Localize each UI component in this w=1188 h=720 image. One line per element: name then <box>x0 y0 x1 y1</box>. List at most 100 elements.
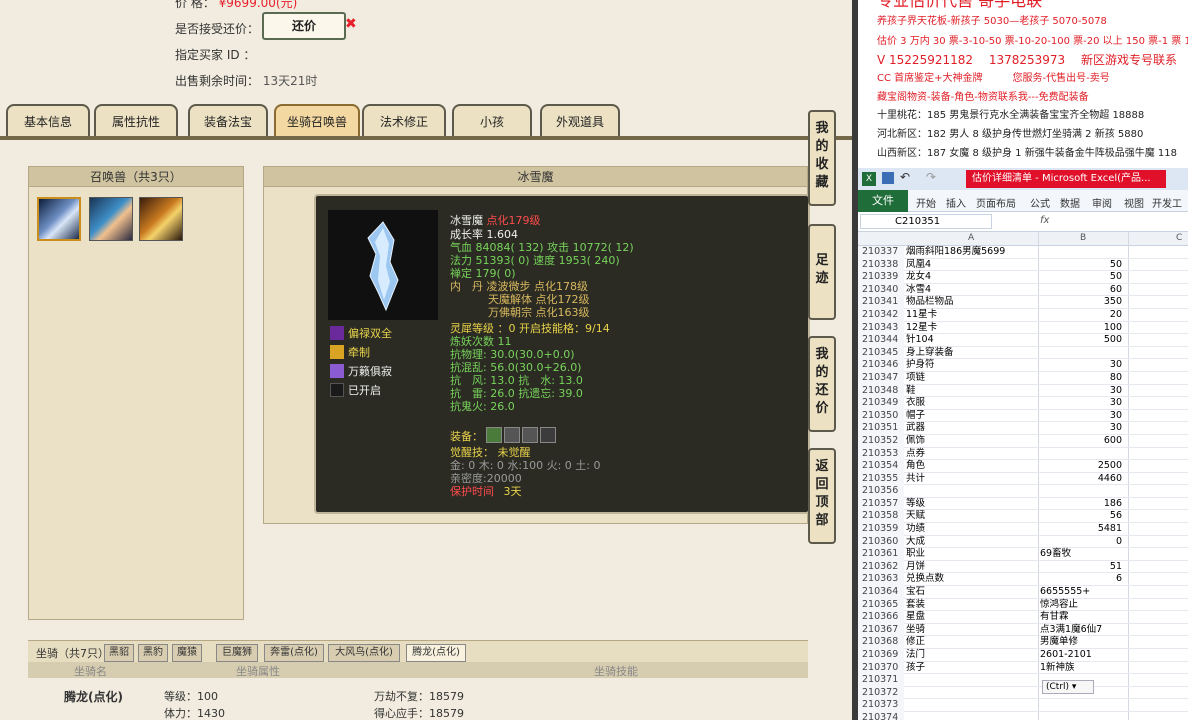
table-row[interactable]: 210353 点券 <box>858 447 1188 461</box>
cell-b[interactable]: 30 <box>1040 359 1122 372</box>
skill-icon-1[interactable] <box>330 326 344 340</box>
row-number[interactable]: 210363 <box>858 573 904 587</box>
cell-b[interactable]: 51 <box>1040 561 1122 574</box>
table-row[interactable]: 210363 兑换点数 6 <box>858 573 1188 587</box>
cell-a[interactable]: 点券 <box>906 448 925 461</box>
row-number[interactable]: 210362 <box>858 560 904 574</box>
cell-a[interactable]: 武器 <box>906 422 925 435</box>
cell-b[interactable]: 56 <box>1040 510 1122 523</box>
cell-b[interactable]: 6655555+ <box>1040 586 1090 599</box>
row-number[interactable]: 210361 <box>858 548 904 561</box>
tab-mount-summon[interactable]: 坐骑召唤兽 <box>274 104 360 138</box>
col-a[interactable]: A <box>968 233 974 243</box>
cell-a[interactable]: 佩饰 <box>906 435 925 448</box>
table-row[interactable]: 210346 护身符 30 <box>858 359 1188 372</box>
row-number[interactable]: 210346 <box>858 359 904 372</box>
row-number[interactable]: 210350 <box>858 409 904 423</box>
row-number[interactable]: 210359 <box>858 523 904 536</box>
cell-b[interactable]: 60 <box>1040 284 1122 297</box>
tab-equipment[interactable]: 装备法宝 <box>188 104 268 138</box>
cell-a[interactable]: 星盘 <box>906 611 925 624</box>
mount-tab[interactable]: 黑豹 <box>138 644 168 662</box>
cell-b[interactable]: 5481 <box>1040 523 1122 536</box>
cell-a[interactable]: 冰雪4 <box>906 284 931 297</box>
cell-a[interactable]: 角色 <box>906 460 925 473</box>
table-row[interactable]: 210368 修正 男魔单修 <box>858 636 1188 649</box>
bargain-button[interactable]: 还价 <box>262 12 346 40</box>
table-row[interactable]: 210344 针104 500 <box>858 334 1188 347</box>
table-row[interactable]: 210356 <box>858 485 1188 498</box>
row-number[interactable]: 210371 <box>858 674 904 687</box>
cell-b[interactable]: 4460 <box>1040 473 1122 486</box>
row-number[interactable]: 210339 <box>858 271 904 284</box>
row-number[interactable]: 210369 <box>858 649 904 662</box>
row-number[interactable]: 210340 <box>858 283 904 297</box>
row-number[interactable]: 210338 <box>858 258 904 272</box>
file-tab[interactable]: 文件 <box>858 190 908 212</box>
cell-b[interactable]: 100 <box>1040 322 1122 335</box>
table-row[interactable]: 210350 帽子 30 <box>858 409 1188 423</box>
row-number[interactable]: 210356 <box>858 485 904 498</box>
table-row[interactable]: 210365 套装 惊鸿容止 <box>858 598 1188 612</box>
row-number[interactable]: 210360 <box>858 535 904 549</box>
cell-a[interactable]: 月饼 <box>906 561 925 574</box>
tab-appearance[interactable]: 外观道具 <box>540 104 620 138</box>
row-number[interactable]: 210364 <box>858 586 904 599</box>
row-number[interactable]: 210337 <box>858 246 904 259</box>
skill-icon-3[interactable] <box>330 364 344 378</box>
mount-tab-active[interactable]: 腾龙(点化) <box>406 644 466 662</box>
cell-b[interactable]: 点3满1魔6仙7 <box>1040 624 1102 637</box>
cell-b[interactable]: 350 <box>1040 296 1122 309</box>
cell-b[interactable]: 30 <box>1040 385 1122 398</box>
table-row[interactable]: 210364 宝石 6655555+ <box>858 586 1188 599</box>
ribbon-tab-layout[interactable]: 页面布局 <box>976 195 1016 210</box>
table-row[interactable]: 210341 物品栏物品 350 <box>858 296 1188 309</box>
mount-tab[interactable]: 巨魔狮 <box>216 644 258 662</box>
table-row[interactable]: 210337 烟雨斜阳186男魔5699 <box>858 246 1188 259</box>
cell-b[interactable]: 50 <box>1040 259 1122 272</box>
mount-tab[interactable]: 黑貂 <box>104 644 134 662</box>
ribbon-tab-formulas[interactable]: 公式 <box>1030 195 1050 210</box>
skill-icon-2[interactable] <box>330 345 344 359</box>
cell-a[interactable]: 职业 <box>906 548 925 561</box>
cell-b[interactable]: 186 <box>1040 498 1122 511</box>
redo-icon[interactable]: ↷ <box>926 170 936 184</box>
cell-b[interactable]: 69畜牧 <box>1040 548 1071 561</box>
cell-a[interactable]: 功绩 <box>906 523 925 536</box>
cell-b[interactable]: 6 <box>1040 573 1122 586</box>
paste-options-button[interactable]: (Ctrl) ▾ <box>1042 680 1094 694</box>
row-number[interactable]: 210348 <box>858 384 904 398</box>
ribbon-tab-data[interactable]: 数据 <box>1060 195 1080 210</box>
row-number[interactable]: 210368 <box>858 636 904 649</box>
cell-a[interactable]: 物品栏物品 <box>906 296 954 309</box>
table-row[interactable]: 210355 共计 4460 <box>858 472 1188 486</box>
table-row[interactable]: 210370 孩子 1新神族 <box>858 661 1188 675</box>
table-row[interactable]: 210351 武器 30 <box>858 422 1188 435</box>
table-row[interactable]: 210340 冰雪4 60 <box>858 283 1188 297</box>
cell-b[interactable]: 30 <box>1040 422 1122 435</box>
row-number[interactable]: 210352 <box>858 434 904 448</box>
row-number[interactable]: 210343 <box>858 321 904 335</box>
table-row[interactable]: 210345 身上穿装备 <box>858 346 1188 360</box>
back-to-top-button[interactable]: 返 回 顶 部 <box>808 448 836 544</box>
my-favorites-button[interactable]: 我 的 收 藏 <box>808 110 836 206</box>
pet-thumb-fire-beast[interactable] <box>139 197 183 241</box>
cell-a[interactable]: 凤凰4 <box>906 259 931 272</box>
table-row[interactable]: 210338 凤凰4 50 <box>858 258 1188 272</box>
row-number[interactable]: 210354 <box>858 460 904 473</box>
table-row[interactable]: 210360 大成 0 <box>858 535 1188 549</box>
pet-thumb-blue-warrior[interactable] <box>89 197 133 241</box>
cell-a[interactable]: 法门 <box>906 649 925 662</box>
ribbon-tab-insert[interactable]: 插入 <box>946 195 966 210</box>
my-bargains-button[interactable]: 我 的 还 价 <box>808 336 836 432</box>
cell-a[interactable]: 修正 <box>906 636 925 649</box>
cell-a[interactable]: 针104 <box>906 334 934 347</box>
table-row[interactable]: 210367 坐骑 点3满1魔6仙7 <box>858 623 1188 637</box>
equip-slot-4-icon[interactable] <box>540 427 556 443</box>
mount-tab[interactable]: 大风鸟(点化) <box>328 644 400 662</box>
cell-a[interactable]: 龙女4 <box>906 271 931 284</box>
cell-a[interactable]: 坐骑 <box>906 624 925 637</box>
table-row[interactable]: 210371 <box>858 674 1188 687</box>
cell-a[interactable]: 孩子 <box>906 662 925 675</box>
cell-a[interactable]: 共计 <box>906 473 925 486</box>
